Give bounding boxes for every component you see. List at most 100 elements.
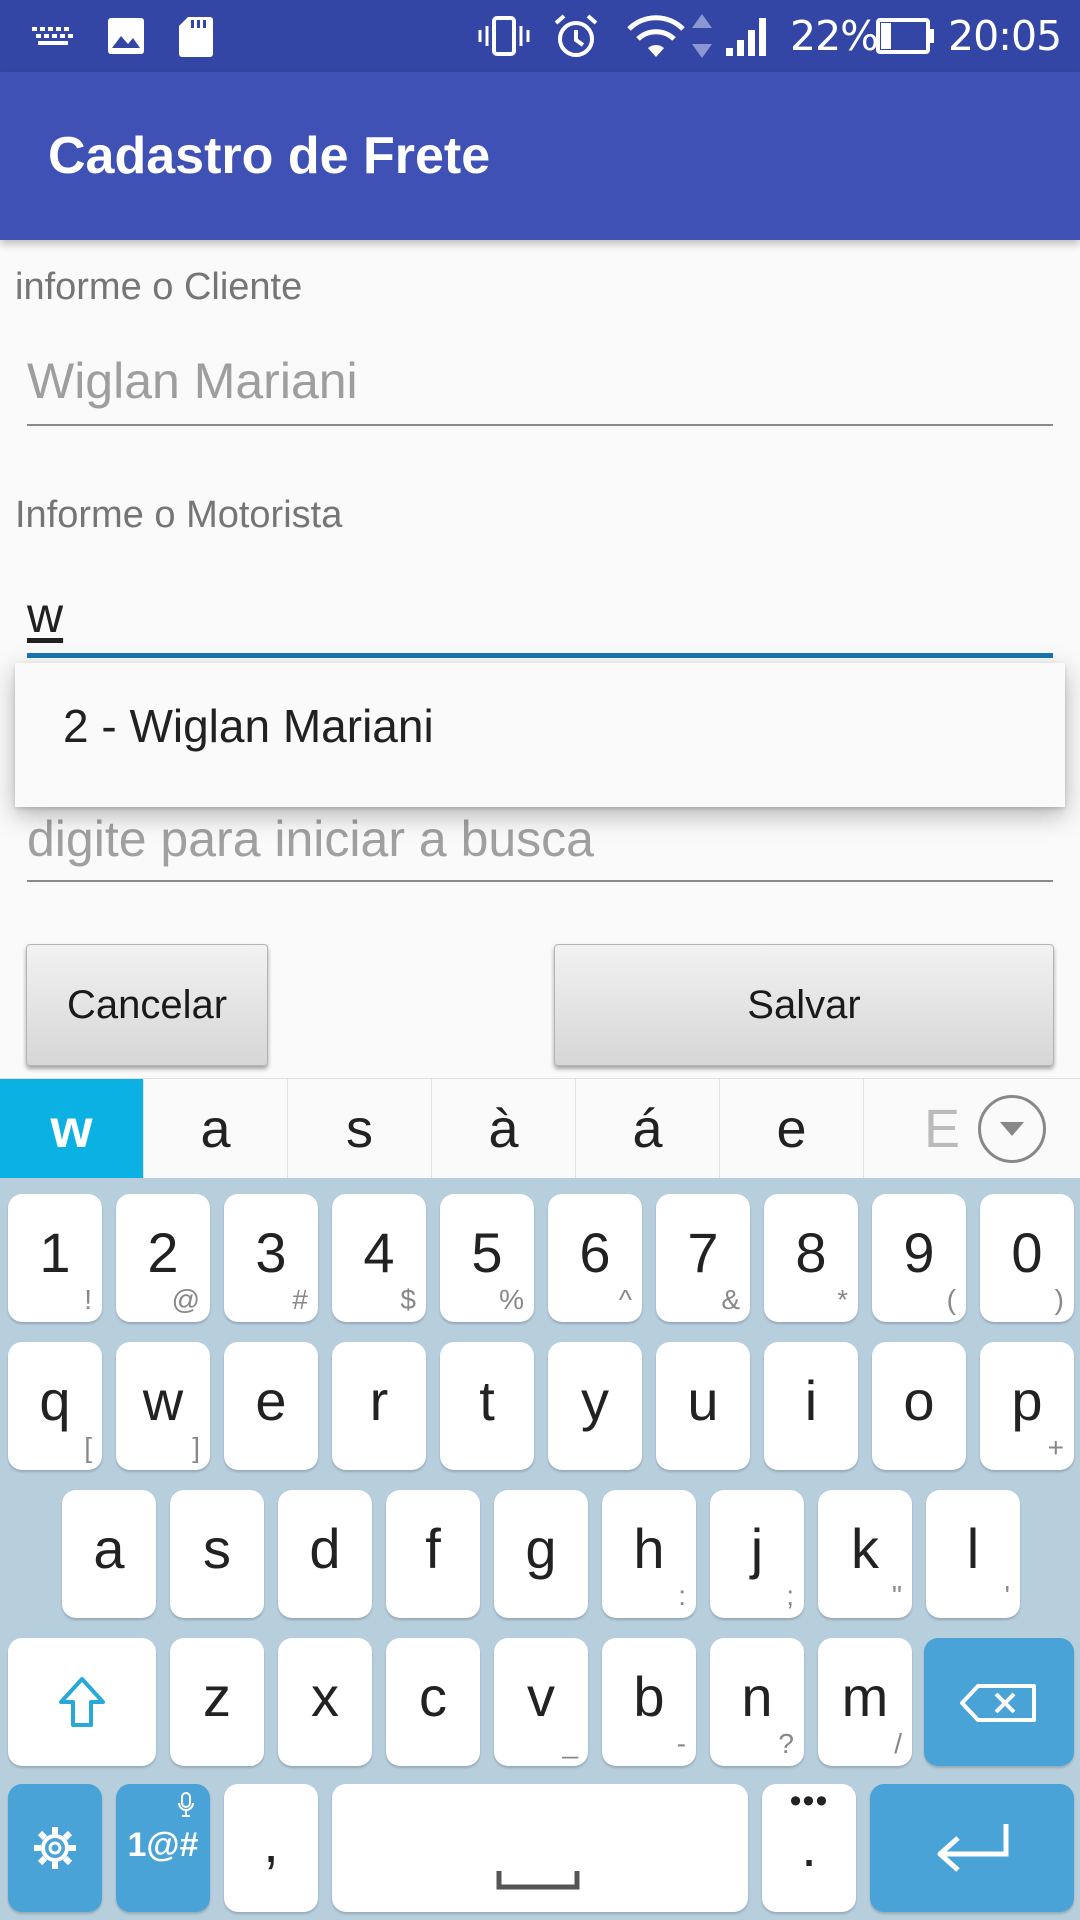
dropdown-item[interactable]: 2 - Wiglan Mariani	[63, 699, 434, 753]
key-label: m	[841, 1665, 889, 1728]
shift-key[interactable]	[8, 1638, 156, 1766]
cliente-field[interactable]: Wiglan Mariani	[27, 352, 1053, 428]
key-i[interactable]: i	[764, 1342, 858, 1470]
key-w[interactable]: w]	[116, 1342, 210, 1470]
key-label: k	[851, 1517, 879, 1580]
key-s[interactable]: s	[170, 1490, 264, 1618]
key-label: u	[687, 1369, 719, 1432]
sd-card-icon	[178, 12, 214, 60]
suggestion-item[interactable]: a	[144, 1079, 288, 1179]
key-label: e	[255, 1369, 287, 1432]
save-button[interactable]: Salvar	[554, 944, 1054, 1066]
key-b[interactable]: b-	[602, 1638, 696, 1766]
key-3[interactable]: 3 #	[224, 1194, 318, 1322]
key-t[interactable]: t	[440, 1342, 534, 1470]
key-label: p	[1011, 1369, 1043, 1432]
suggestion-item[interactable]: E	[864, 1079, 974, 1179]
key-secondary-label: "	[892, 1580, 902, 1611]
symbols-key[interactable]: 1@#	[116, 1784, 210, 1912]
space-key[interactable]	[332, 1784, 748, 1912]
key-5[interactable]: 5%	[440, 1194, 534, 1322]
key-g[interactable]: g	[494, 1490, 588, 1618]
key-l[interactable]: l '	[926, 1490, 1020, 1618]
key-secondary-label: !	[84, 1284, 92, 1315]
key-m[interactable]: m /	[818, 1638, 912, 1766]
motorista-field[interactable]: w	[27, 586, 1053, 658]
key-p[interactable]: p +	[980, 1342, 1074, 1470]
key-o[interactable]: o	[872, 1342, 966, 1470]
key-f[interactable]: f	[386, 1490, 480, 1618]
key-secondary-label: (	[946, 1284, 956, 1315]
search-field[interactable]: digite para iniciar a busca	[27, 810, 1053, 884]
key-d[interactable]: d	[278, 1490, 372, 1618]
gear-icon	[34, 1827, 76, 1869]
suggestion-strip: w a s à á e E	[0, 1078, 1080, 1179]
suggestion-item[interactable]: w	[0, 1079, 144, 1179]
key-8[interactable]: 8 *	[764, 1194, 858, 1322]
key-secondary-label: ^	[618, 1284, 632, 1315]
key-label: .	[801, 1815, 817, 1878]
key-secondary-label: ]	[192, 1432, 200, 1463]
search-placeholder: digite para iniciar a busca	[27, 811, 594, 867]
period-key[interactable]: ••• .	[762, 1782, 856, 1912]
key-u[interactable]: u	[656, 1342, 750, 1470]
signal-icon	[724, 12, 774, 60]
motorista-value: w	[27, 587, 64, 643]
key-j[interactable]: j;	[710, 1490, 804, 1618]
key-c[interactable]: c	[386, 1638, 480, 1766]
key-4[interactable]: 4 $	[332, 1194, 426, 1322]
key-y[interactable]: y	[548, 1342, 642, 1470]
settings-key[interactable]	[8, 1784, 102, 1912]
key-v[interactable]: v _	[494, 1638, 588, 1766]
key-label: n	[741, 1665, 773, 1728]
key-label: j	[750, 1517, 764, 1580]
enter-icon	[937, 1824, 1009, 1872]
key-6[interactable]: 6 ^	[548, 1194, 642, 1322]
key-r[interactable]: r	[332, 1342, 426, 1470]
keyboard-icon	[32, 12, 76, 60]
key-1[interactable]: 1!	[8, 1194, 102, 1322]
autocomplete-dropdown: 2 - Wiglan Mariani	[15, 663, 1065, 807]
key-secondary-label: -	[676, 1728, 686, 1759]
key-label: o	[903, 1369, 935, 1432]
cancel-button[interactable]: Cancelar	[26, 944, 268, 1066]
cliente-underline	[27, 424, 1053, 426]
key-label: r	[369, 1369, 389, 1432]
vibrate-icon	[478, 12, 530, 60]
key-q[interactable]: q[	[8, 1342, 102, 1470]
suggestion-item[interactable]: à	[432, 1079, 576, 1179]
key-secondary-label: @	[171, 1284, 200, 1315]
key-h[interactable]: h:	[602, 1490, 696, 1618]
key-label: b	[633, 1665, 665, 1728]
key-2[interactable]: 2 @	[116, 1194, 210, 1322]
key-label: z	[203, 1665, 231, 1728]
backspace-key[interactable]	[924, 1638, 1074, 1766]
clock: 20:05	[948, 12, 1062, 60]
key-e[interactable]: e	[224, 1342, 318, 1470]
collapse-suggestions-button[interactable]	[978, 1095, 1046, 1163]
key-secondary-label: [	[84, 1432, 92, 1463]
key-z[interactable]: z	[170, 1638, 264, 1766]
enter-key[interactable]	[870, 1784, 1074, 1912]
key-secondary-label: ;	[786, 1580, 794, 1611]
key-secondary-label: ?	[778, 1728, 794, 1759]
key-label: x	[311, 1665, 339, 1728]
app-bar: Cadastro de Frete	[0, 72, 1080, 240]
suggestion-item[interactable]: e	[720, 1079, 864, 1179]
suggestion-item[interactable]: s	[288, 1079, 432, 1179]
symbols-key-label: 1@#	[127, 1826, 199, 1864]
comma-key[interactable]: ,	[224, 1784, 318, 1912]
key-a[interactable]: a	[62, 1490, 156, 1618]
key-label: 8	[795, 1221, 827, 1284]
key-k[interactable]: k "	[818, 1490, 912, 1618]
key-n[interactable]: n?	[710, 1638, 804, 1766]
key-7[interactable]: 7 &	[656, 1194, 750, 1322]
suggestion-item[interactable]: á	[576, 1079, 720, 1179]
key-9[interactable]: 9(	[872, 1194, 966, 1322]
key-secondary-label: $	[400, 1284, 416, 1315]
key-x[interactable]: x	[278, 1638, 372, 1766]
key-label: q	[39, 1369, 71, 1432]
key-label: s	[203, 1517, 231, 1580]
key-0[interactable]: 0)	[980, 1194, 1074, 1322]
key-label: l	[966, 1517, 980, 1580]
